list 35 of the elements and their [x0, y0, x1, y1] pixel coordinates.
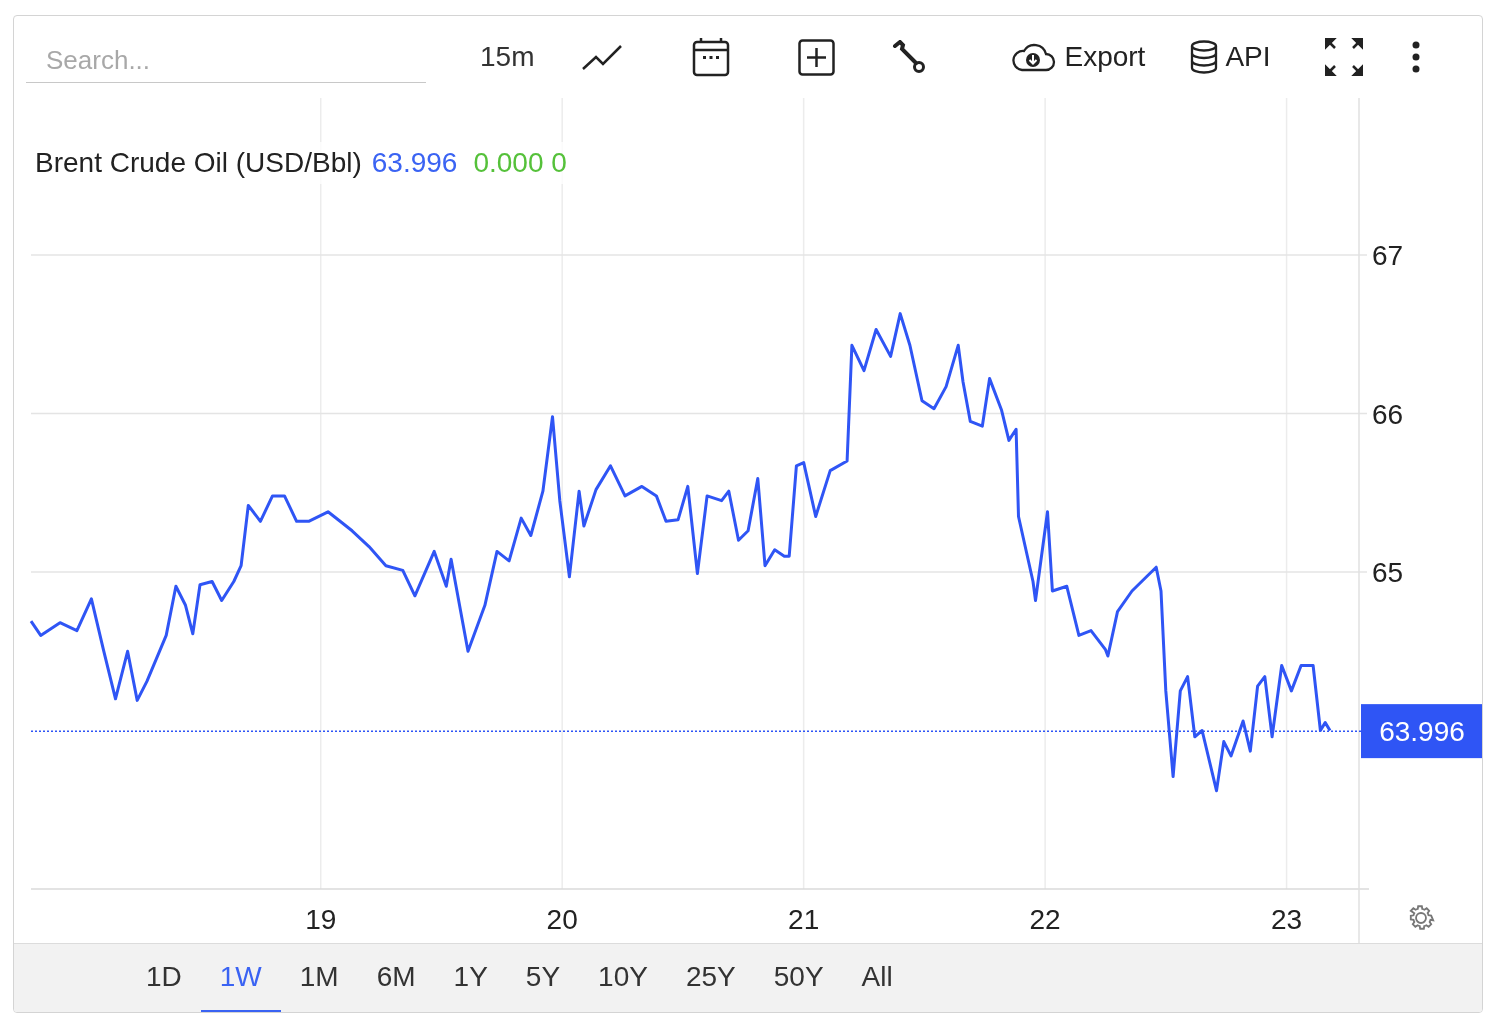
range-tab[interactable]: All: [842, 944, 912, 1012]
more-options-icon[interactable]: [1410, 40, 1421, 74]
line-chart-icon[interactable]: [582, 44, 623, 70]
range-tab[interactable]: 1D: [127, 944, 201, 1012]
database-icon: [1189, 40, 1220, 74]
search-field[interactable]: Search...: [26, 39, 426, 83]
range-tab[interactable]: 1W: [200, 944, 281, 1012]
range-tab[interactable]: 25Y: [666, 944, 755, 1012]
x-axis-label: 20: [546, 904, 578, 935]
range-tab[interactable]: 6M: [357, 944, 435, 1012]
y-axis-label: 65: [1372, 557, 1404, 588]
cloud-download-icon: [1010, 42, 1057, 72]
series-change: 0.000 0: [473, 146, 567, 180]
last-price-tag: 63.996: [1361, 704, 1482, 759]
range-tab[interactable]: 50Y: [754, 944, 843, 1012]
export-button[interactable]: Export: [1010, 36, 1146, 78]
calendar-icon[interactable]: [692, 37, 731, 77]
range-tab[interactable]: 1Y: [434, 944, 507, 1012]
y-axis-label: 67: [1372, 240, 1404, 271]
range-tab[interactable]: 1M: [280, 944, 358, 1012]
y-axis-label: 66: [1372, 398, 1404, 430]
wrench-icon[interactable]: [892, 40, 927, 74]
x-axis-label: 19: [305, 904, 337, 935]
ref-line-label: 63.996: [1379, 716, 1465, 748]
series-name: Brent Crude Oil (USD/Bbl): [35, 146, 362, 180]
series-price: 63.996: [371, 146, 458, 180]
x-axis-label: 23: [1271, 904, 1303, 935]
range-tab[interactable]: 5Y: [506, 944, 580, 1012]
x-axis-label: 22: [1029, 904, 1061, 935]
interval-button[interactable]: 15m: [480, 36, 535, 78]
range-tab[interactable]: 10Y: [579, 944, 667, 1012]
fullscreen-icon[interactable]: [1324, 38, 1363, 76]
api-button[interactable]: API: [1189, 36, 1271, 78]
add-icon[interactable]: [798, 38, 836, 76]
x-axis-label: 21: [788, 904, 820, 935]
